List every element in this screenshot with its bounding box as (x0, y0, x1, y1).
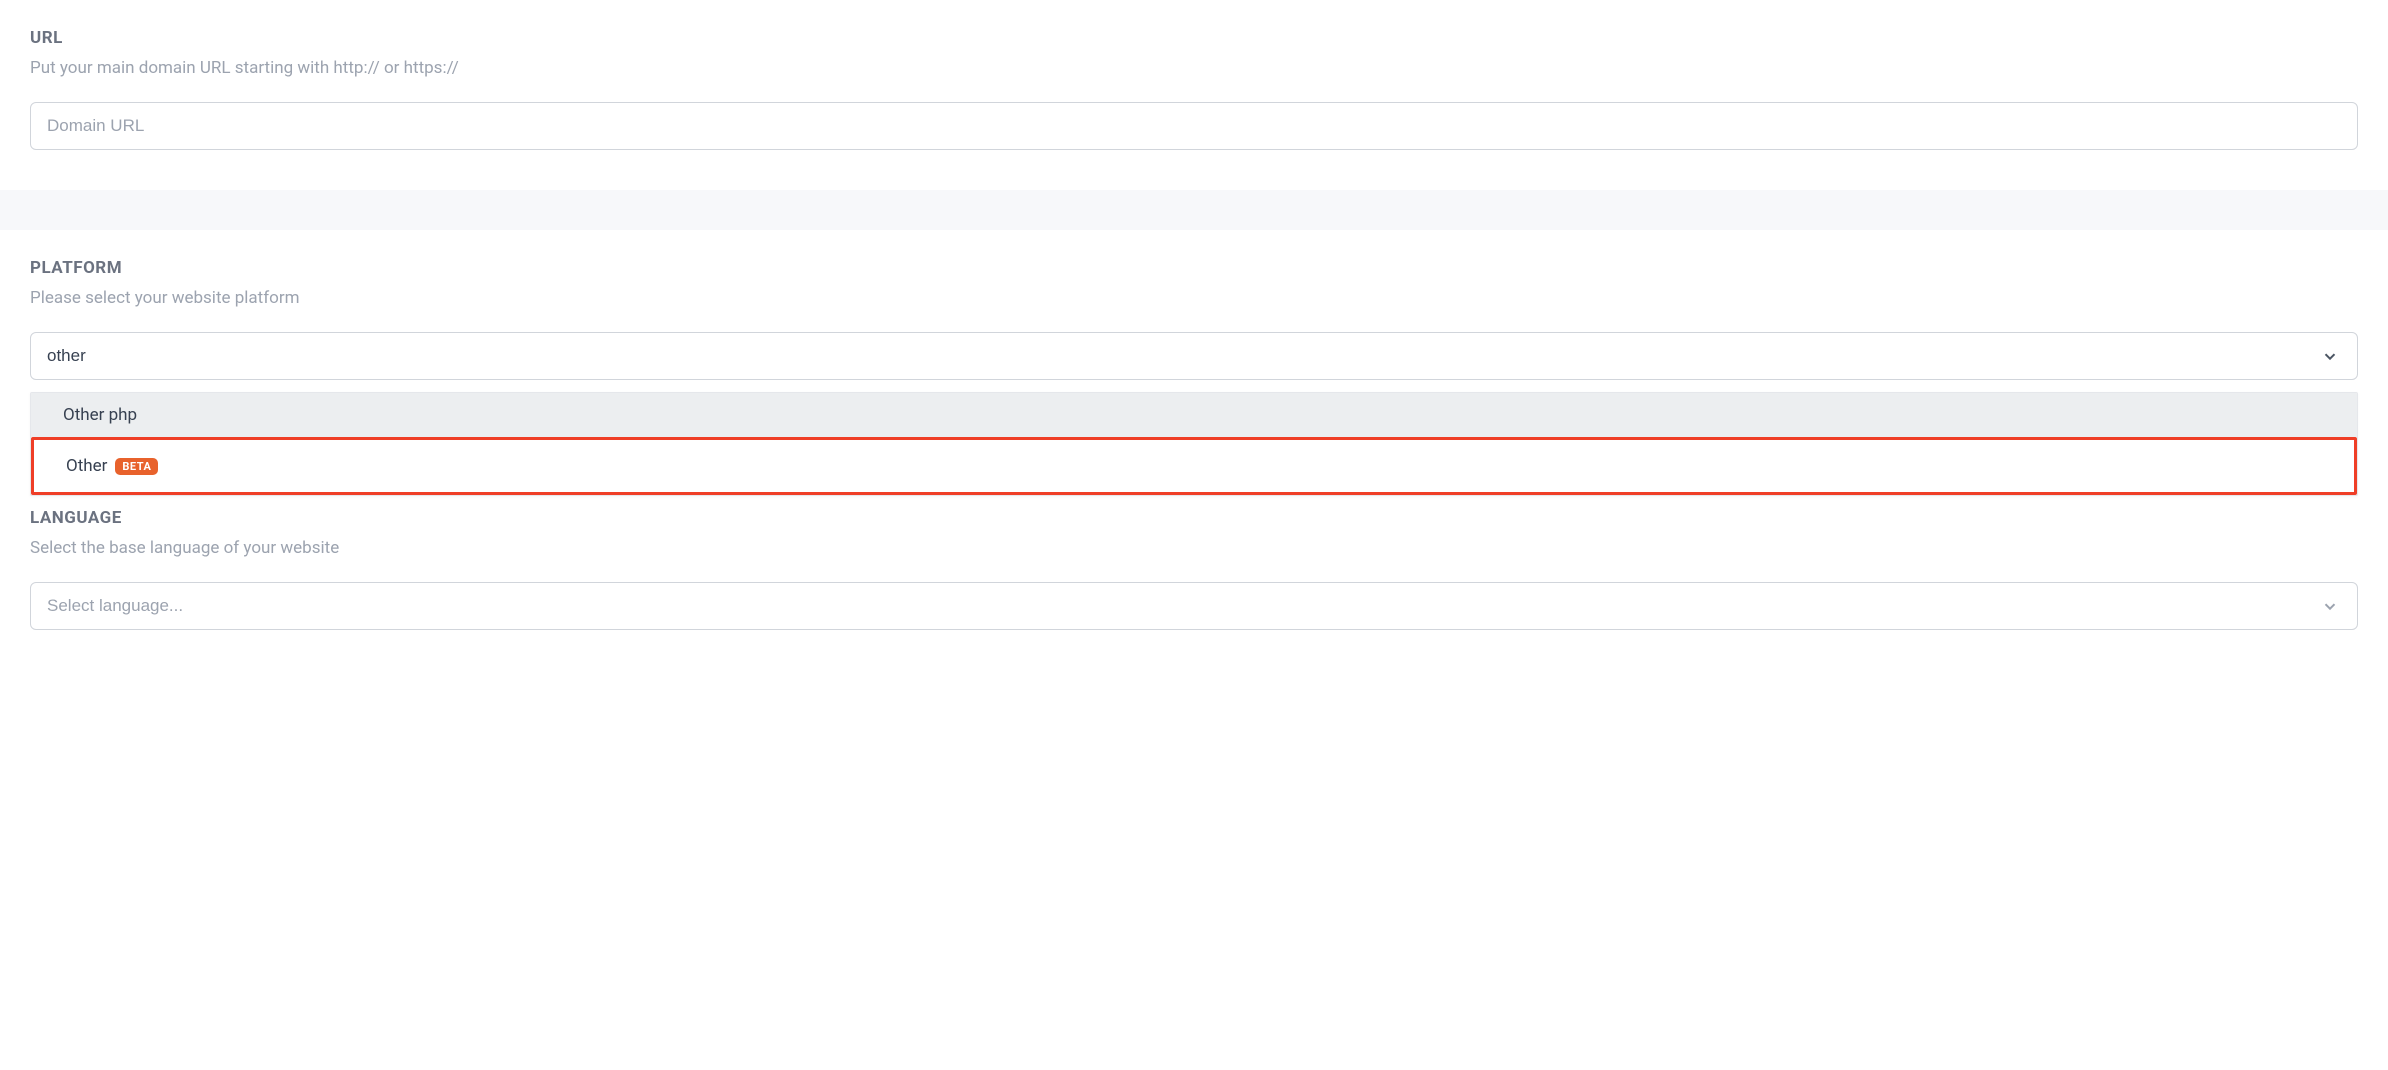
platform-option-other-beta[interactable]: Other BETA (34, 440, 2354, 492)
beta-badge: BETA (115, 458, 158, 475)
platform-title: PLATFORM (30, 258, 2358, 278)
chevron-down-icon[interactable] (2311, 597, 2341, 615)
platform-subtitle: Please select your website platform (30, 288, 2358, 308)
option-label: Other (66, 456, 107, 476)
language-input[interactable] (47, 596, 2311, 616)
platform-dropdown: Other php Other BETA (30, 392, 2358, 496)
url-subtitle: Put your main domain URL starting with h… (30, 58, 2358, 78)
chevron-down-icon[interactable] (2311, 347, 2341, 365)
url-section: URL Put your main domain URL starting wi… (0, 0, 2388, 190)
language-title: LANGUAGE (30, 508, 2358, 528)
option-label: Other php (63, 405, 137, 425)
platform-section: PLATFORM Please select your website plat… (0, 230, 2388, 504)
platform-select-box[interactable] (30, 332, 2358, 380)
language-select-box[interactable] (30, 582, 2358, 630)
platform-option-other-php[interactable]: Other php (31, 393, 2357, 437)
platform-search-input[interactable] (47, 346, 2311, 366)
highlighted-option-box: Other BETA (31, 437, 2357, 495)
language-section: LANGUAGE Select the base language of you… (0, 504, 2388, 670)
language-select[interactable] (30, 582, 2358, 630)
section-divider (0, 190, 2388, 230)
url-input[interactable] (30, 102, 2358, 150)
url-title: URL (30, 28, 2358, 48)
language-subtitle: Select the base language of your website (30, 538, 2358, 558)
platform-select[interactable]: Other php Other BETA (30, 332, 2358, 496)
